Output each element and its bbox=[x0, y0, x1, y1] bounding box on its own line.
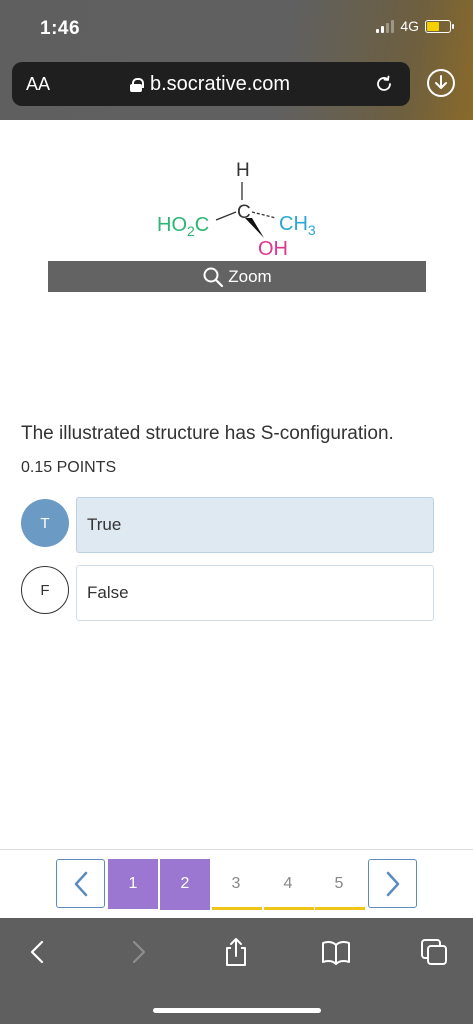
page-5[interactable]: 5 bbox=[314, 859, 364, 909]
url-display[interactable]: b.socrative.com bbox=[130, 73, 290, 96]
status-indicators: 4G bbox=[376, 18, 454, 34]
back-icon[interactable] bbox=[22, 936, 54, 968]
page-1[interactable]: 1 bbox=[108, 859, 158, 909]
question-points: 0.15 POINTS bbox=[21, 459, 117, 476]
choice-true[interactable]: True bbox=[76, 497, 434, 553]
page-4-pending-indicator bbox=[264, 907, 314, 910]
share-icon[interactable] bbox=[220, 936, 252, 968]
url-text: b.socrative.com bbox=[150, 73, 291, 95]
next-question-button[interactable] bbox=[368, 859, 417, 908]
current-page-indicator bbox=[160, 907, 210, 910]
choice-true-badge[interactable]: T bbox=[21, 499, 69, 547]
reload-icon[interactable] bbox=[372, 72, 396, 96]
status-time: 1:46 bbox=[40, 18, 81, 39]
structure-diagram: H C HO2C CH3 OH bbox=[157, 160, 316, 260]
page-3-pending-indicator bbox=[212, 907, 262, 910]
bond-ch3 bbox=[251, 211, 277, 219]
choice-true-label: True bbox=[87, 515, 122, 534]
choice-false-badge[interactable]: F bbox=[21, 566, 69, 614]
magnifier-icon bbox=[203, 267, 224, 287]
group-ho2c: HO2C bbox=[157, 214, 209, 239]
previous-question-button[interactable] bbox=[56, 859, 105, 908]
bookmarks-icon[interactable] bbox=[320, 936, 352, 968]
address-bar[interactable]: AA b.socrative.com bbox=[12, 62, 410, 106]
tabs-icon[interactable] bbox=[418, 936, 450, 968]
download-icon[interactable] bbox=[426, 68, 456, 98]
choice-false-label: False bbox=[87, 583, 129, 602]
lock-icon bbox=[130, 77, 144, 92]
bond-ho2c bbox=[215, 211, 237, 221]
page-5-pending-indicator bbox=[315, 907, 365, 910]
zoom-button[interactable]: Zoom bbox=[48, 261, 426, 292]
pager-divider bbox=[0, 849, 473, 850]
chevron-right-icon bbox=[386, 871, 399, 896]
choice-false[interactable]: False bbox=[76, 565, 434, 621]
bond-oh-wedge bbox=[245, 218, 264, 238]
chevron-left-icon bbox=[74, 871, 87, 896]
group-oh: OH bbox=[258, 238, 288, 260]
page-2[interactable]: 2 bbox=[160, 859, 210, 909]
atom-h: H bbox=[236, 160, 250, 181]
signal-icon bbox=[376, 19, 395, 33]
zoom-label: Zoom bbox=[228, 266, 272, 286]
page-3[interactable]: 3 bbox=[211, 859, 261, 909]
page-4[interactable]: 4 bbox=[263, 859, 313, 909]
forward-icon[interactable] bbox=[122, 936, 154, 968]
question-text: The illustrated structure has S-configur… bbox=[21, 423, 394, 444]
network-type: 4G bbox=[400, 18, 419, 34]
group-ch3: CH3 bbox=[279, 213, 316, 238]
battery-icon bbox=[425, 19, 454, 33]
home-indicator bbox=[153, 1008, 321, 1013]
text-size-button[interactable]: AA bbox=[26, 74, 50, 95]
